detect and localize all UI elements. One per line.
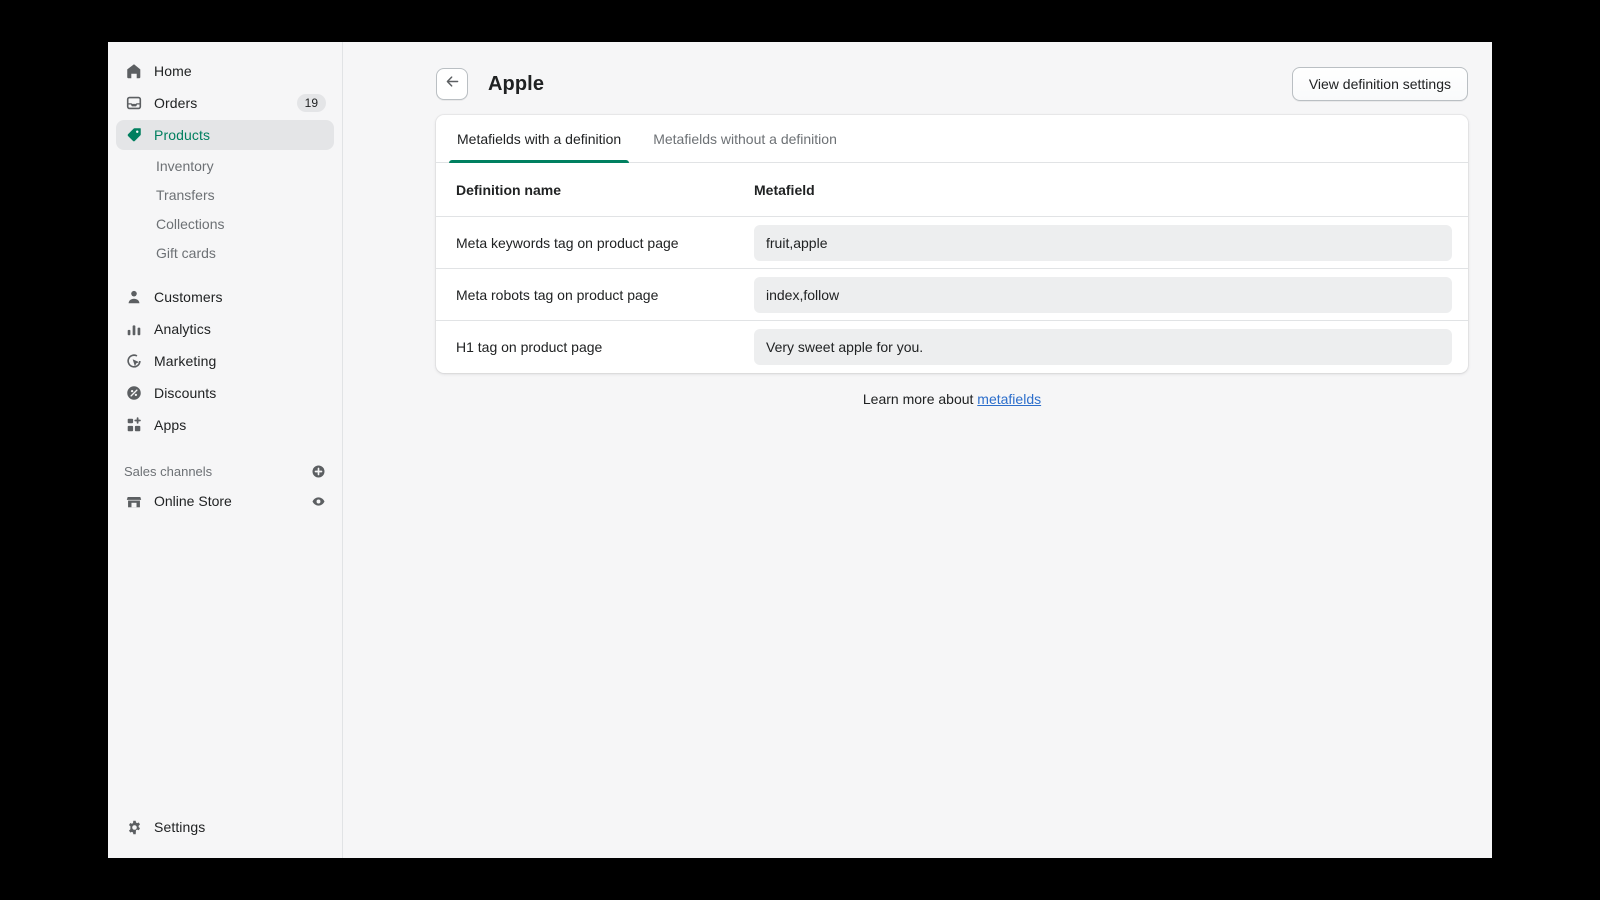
- page-header: Apple View definition settings: [343, 42, 1492, 108]
- metafield-value-input[interactable]: fruit,apple: [754, 224, 1452, 261]
- sidebar-item-online-store[interactable]: Online Store: [116, 486, 334, 516]
- eye-icon[interactable]: [311, 494, 326, 509]
- metafields-link[interactable]: metafields: [977, 391, 1041, 407]
- sidebar-item-orders[interactable]: Orders 19: [116, 88, 334, 118]
- bar-chart-icon: [124, 319, 144, 339]
- sidebar-item-label: Home: [154, 63, 192, 79]
- table-header-row: Definition name Metafield: [436, 163, 1468, 217]
- sidebar-item-discounts[interactable]: Discounts: [116, 378, 334, 408]
- column-header-metafield: Metafield: [754, 181, 815, 198]
- header-actions: View definition settings: [1291, 67, 1468, 101]
- tab-metafields-without-definition[interactable]: Metafields without a definition: [637, 115, 853, 162]
- footnote: Learn more about metafields: [436, 391, 1468, 407]
- orders-count-badge: 19: [296, 94, 326, 112]
- sidebar-footer: Settings: [108, 812, 342, 858]
- metafield-value-cell: index,follow: [741, 276, 1452, 313]
- sidebar-item-apps[interactable]: Apps: [116, 410, 334, 440]
- sidebar-item-customers[interactable]: Customers: [116, 282, 334, 312]
- plus-circle-icon[interactable]: [311, 464, 326, 479]
- metafield-value-input[interactable]: Very sweet apple for you.: [754, 329, 1452, 365]
- sidebar-primary-nav: Home Orders 19 Products Inventory Transf…: [108, 56, 342, 442]
- sidebar-item-label: Analytics: [154, 321, 211, 337]
- sidebar-item-analytics[interactable]: Analytics: [116, 314, 334, 344]
- sidebar: Home Orders 19 Products Inventory Transf…: [108, 42, 343, 858]
- marketing-target-icon: [124, 351, 144, 371]
- sidebar-item-label: Settings: [154, 819, 206, 835]
- app-window: Home Orders 19 Products Inventory Transf…: [108, 42, 1492, 858]
- sidebar-item-settings[interactable]: Settings: [116, 812, 334, 842]
- tab-bar: Metafields with a definition Metafields …: [436, 115, 1468, 163]
- sidebar-item-transfers[interactable]: Transfers: [116, 181, 334, 209]
- metafields-card: Metafields with a definition Metafields …: [436, 115, 1468, 373]
- sidebar-subitem-label: Collections: [156, 216, 225, 232]
- sidebar-item-gift-cards[interactable]: Gift cards: [116, 239, 334, 267]
- tab-metafields-with-definition[interactable]: Metafields with a definition: [441, 115, 637, 163]
- sidebar-item-home[interactable]: Home: [116, 56, 334, 86]
- sales-channels-title: Sales channels: [124, 463, 213, 479]
- main-content: Apple View definition settings Metafield…: [343, 42, 1492, 858]
- column-header-definition-name: Definition name: [456, 181, 562, 198]
- arrow-left-icon: [444, 73, 461, 95]
- metafield-value-cell: fruit,apple: [741, 224, 1452, 261]
- sidebar-subitem-label: Gift cards: [156, 245, 216, 261]
- sidebar-item-collections[interactable]: Collections: [116, 210, 334, 238]
- metafield-value-cell: Very sweet apple for you.: [741, 329, 1452, 365]
- sidebar-subitem-label: Transfers: [156, 187, 215, 203]
- definition-name-cell: H1 tag on product page: [456, 339, 603, 355]
- gear-icon: [124, 817, 144, 837]
- orders-inbox-icon: [124, 93, 144, 113]
- sidebar-item-label: Customers: [154, 289, 223, 305]
- sidebar-item-marketing[interactable]: Marketing: [116, 346, 334, 376]
- sidebar-item-label: Apps: [154, 417, 187, 433]
- sales-channels-header: Sales channels: [108, 456, 342, 486]
- table-row: Meta keywords tag on product page fruit,…: [436, 217, 1468, 269]
- sales-channels-list: Online Store: [108, 486, 342, 516]
- storefront-icon: [124, 491, 144, 511]
- apps-grid-plus-icon: [124, 415, 144, 435]
- sidebar-subitem-label: Inventory: [156, 158, 214, 174]
- back-button[interactable]: [436, 68, 468, 100]
- products-tag-icon: [124, 125, 144, 145]
- table-row: Meta robots tag on product page index,fo…: [436, 269, 1468, 321]
- page-title: Apple: [488, 72, 545, 95]
- sidebar-item-label: Products: [154, 127, 211, 143]
- person-icon: [124, 287, 144, 307]
- channel-label: Online Store: [154, 493, 232, 509]
- table-row: H1 tag on product page Very sweet apple …: [436, 321, 1468, 373]
- metafield-value-input[interactable]: index,follow: [754, 276, 1452, 313]
- definition-name-cell: Meta robots tag on product page: [456, 286, 659, 303]
- view-definition-settings-button[interactable]: View definition settings: [1291, 67, 1468, 101]
- home-icon: [124, 61, 144, 81]
- definition-name-cell: Meta keywords tag on product page: [456, 234, 679, 251]
- footnote-text: Learn more about: [862, 391, 978, 407]
- sidebar-item-label: Marketing: [154, 353, 217, 369]
- discount-percent-icon: [124, 383, 144, 403]
- sidebar-item-label: Orders: [154, 95, 198, 111]
- sidebar-item-products[interactable]: Products: [116, 120, 334, 150]
- sidebar-item-inventory[interactable]: Inventory: [116, 152, 334, 180]
- sidebar-item-label: Discounts: [154, 385, 217, 401]
